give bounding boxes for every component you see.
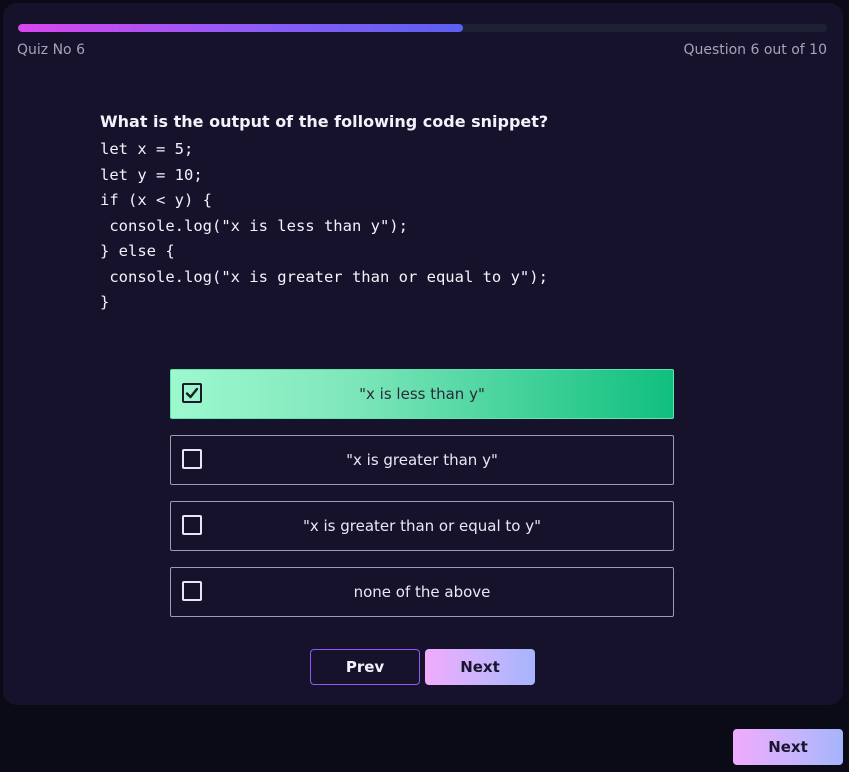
- checkbox-icon[interactable]: [182, 449, 202, 469]
- quiz-card: Quiz No 6 Question 6 out of 10 What is t…: [3, 3, 843, 705]
- answer-option-label: "x is greater than or equal to y": [302, 517, 542, 535]
- checkbox-checked-icon[interactable]: [182, 383, 202, 403]
- quiz-number-label: Quiz No 6: [17, 42, 85, 58]
- answer-option-label: none of the above: [353, 583, 491, 601]
- answer-option-label: "x is greater than y": [346, 451, 498, 469]
- code-line: console.log("x is greater than or equal …: [100, 267, 548, 286]
- answer-option-2[interactable]: "x is greater than y": [170, 435, 674, 485]
- code-line: if (x < y) {: [100, 191, 212, 209]
- next-button[interactable]: Next: [425, 649, 535, 685]
- code-line: let x = 5;: [100, 140, 194, 158]
- answer-option-3[interactable]: "x is greater than or equal to y": [170, 501, 674, 551]
- question-counter: Question 6 out of 10: [683, 42, 827, 58]
- answer-option-label: "x is less than y": [359, 385, 485, 403]
- code-line: }: [100, 293, 110, 311]
- answer-options: "x is less than y" "x is greater than y"…: [170, 369, 674, 633]
- question-prompt: What is the output of the following code…: [100, 112, 549, 131]
- footer-next-button[interactable]: Next: [733, 729, 843, 765]
- progress-bar-fill: [18, 24, 463, 32]
- code-snippet: let x = 5; let y = 10; if (x < y) { consol…: [100, 137, 548, 316]
- prev-button[interactable]: Prev: [310, 649, 420, 685]
- answer-option-4[interactable]: none of the above: [170, 567, 674, 617]
- code-line: let y = 10;: [100, 165, 203, 184]
- checkbox-icon[interactable]: [182, 515, 202, 535]
- code-line: console.log("x is less than y");: [100, 216, 408, 235]
- checkbox-icon[interactable]: [182, 581, 202, 601]
- progress-bar: [18, 24, 827, 32]
- answer-option-1[interactable]: "x is less than y": [170, 369, 674, 419]
- code-line: } else {: [100, 242, 175, 260]
